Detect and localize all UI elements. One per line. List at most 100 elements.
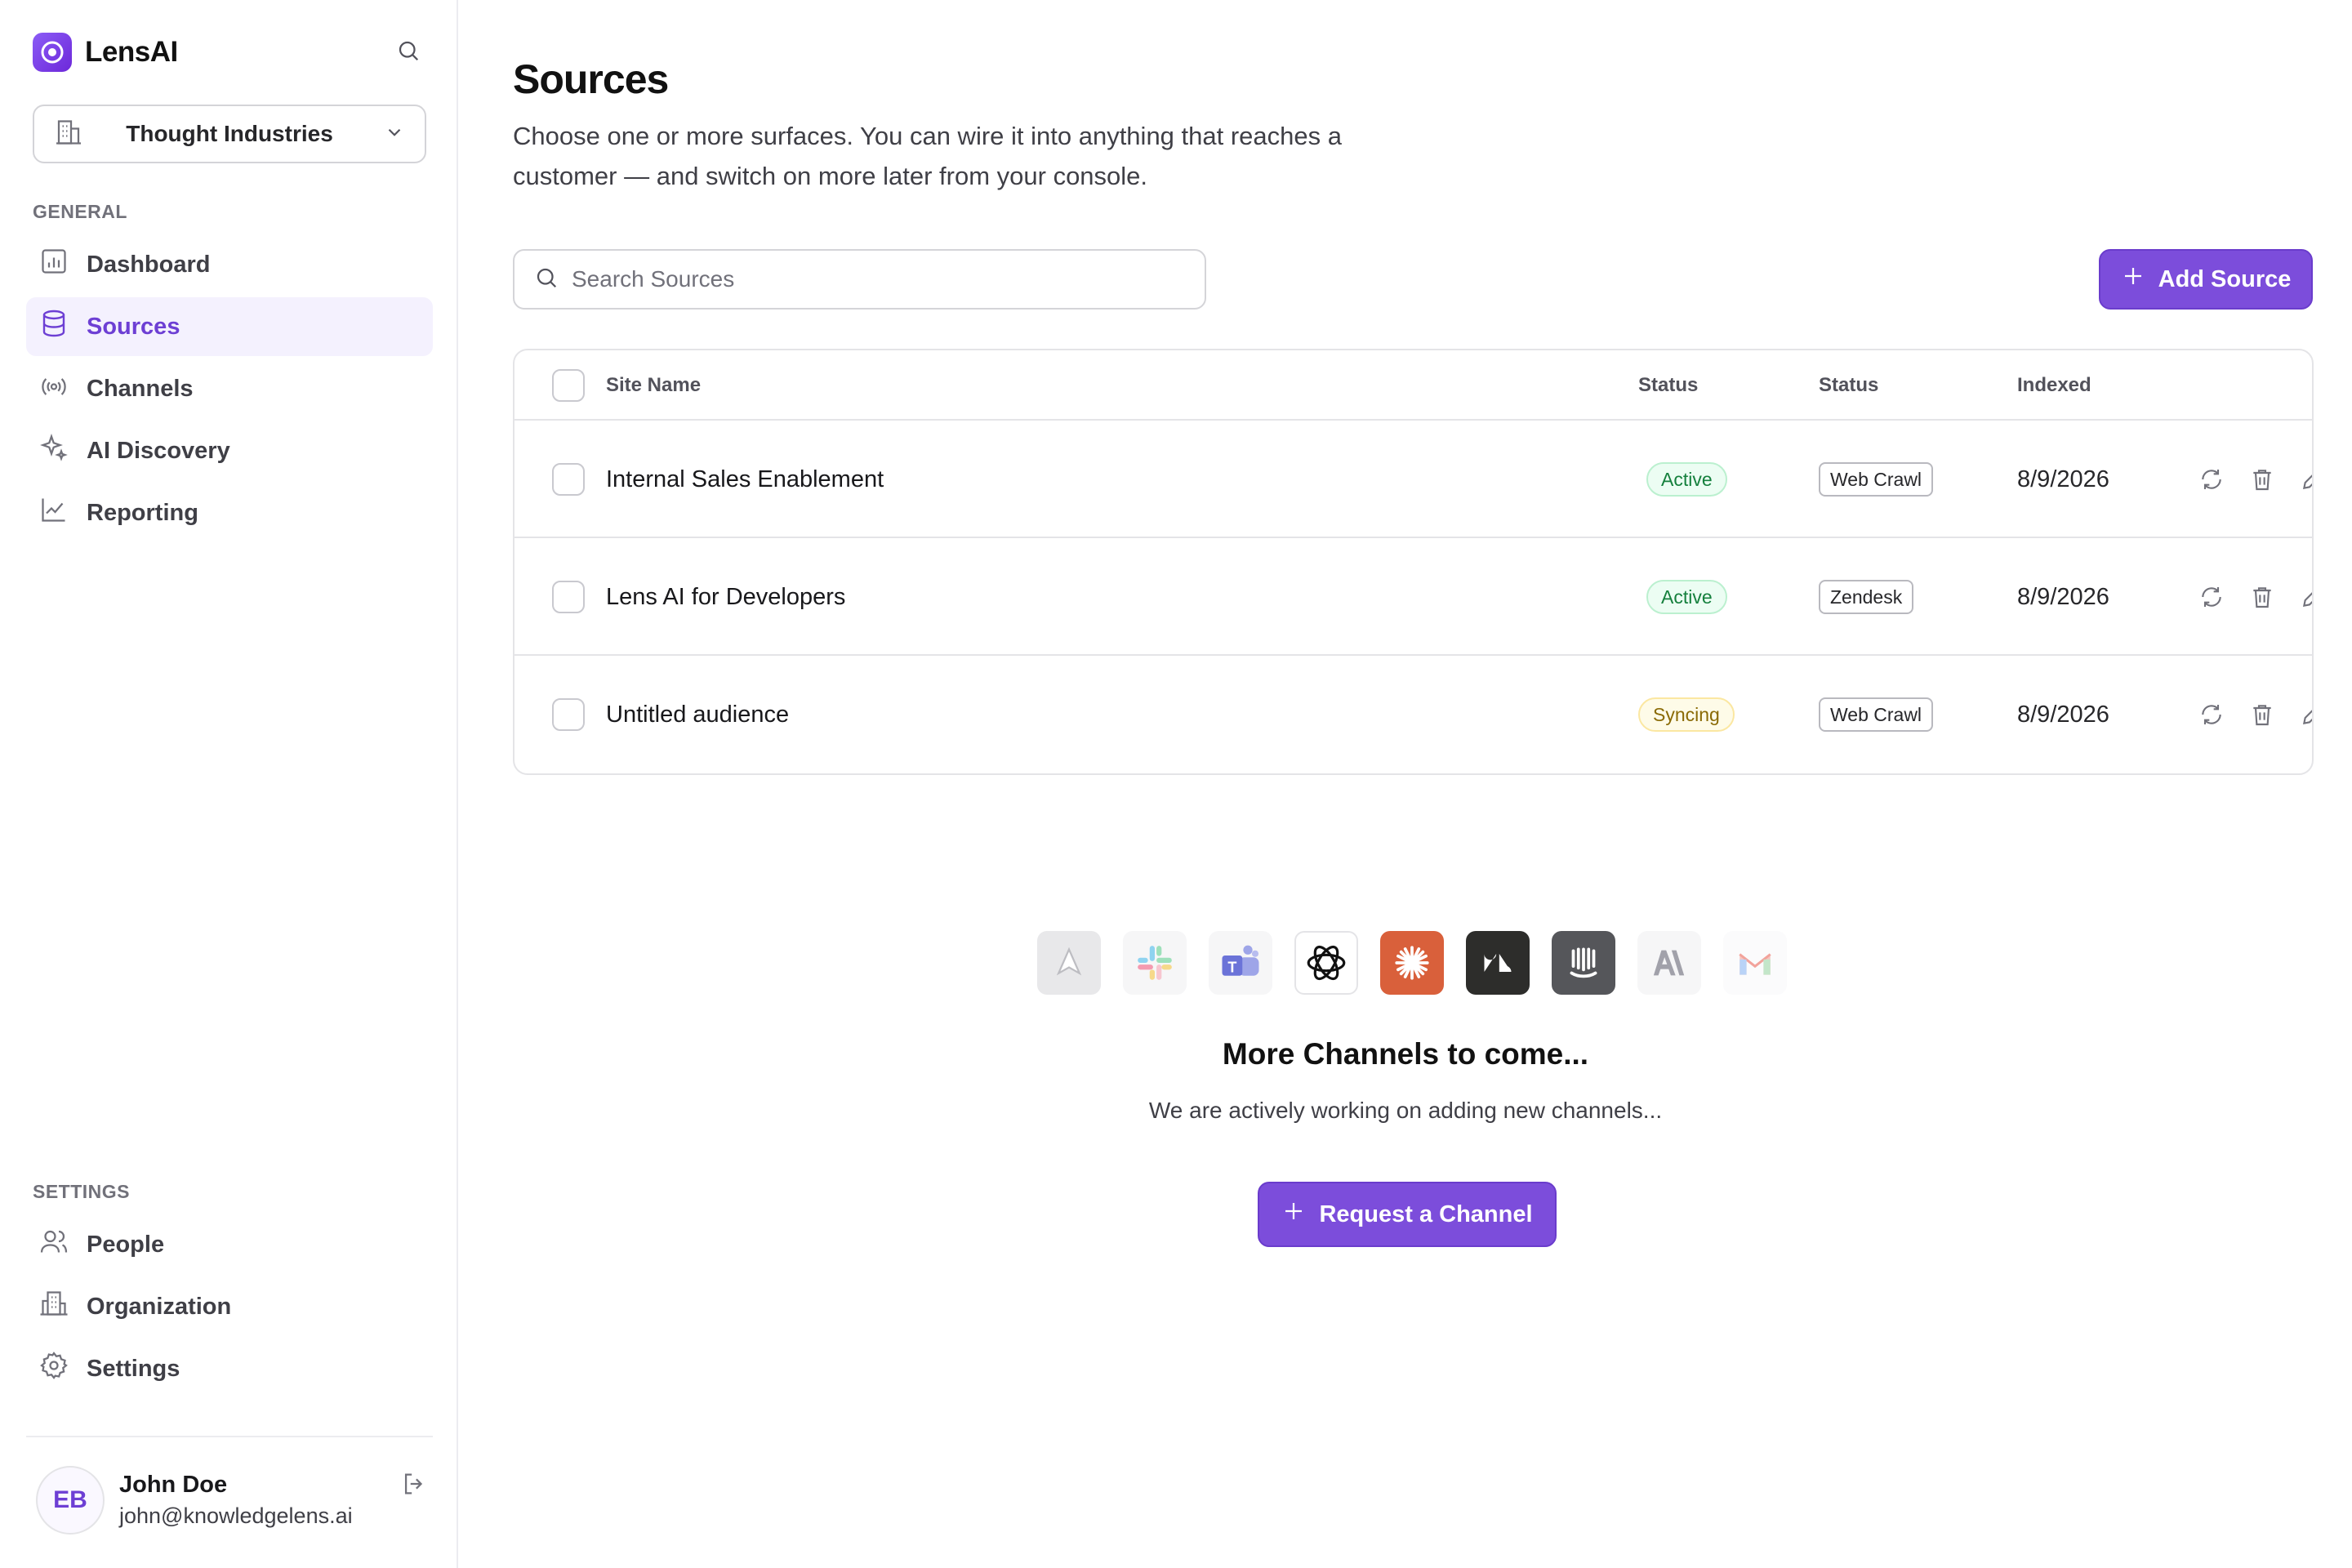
- sources-table: Site Name Status Status Indexed Internal…: [513, 349, 2314, 775]
- add-source-button[interactable]: Add Source: [2099, 249, 2313, 310]
- refresh-icon[interactable]: [2198, 466, 2225, 492]
- user-profile: EB John Doe john@knowledgelens.ai: [36, 1463, 428, 1537]
- sidebar-item-ai-discovery[interactable]: AI Discovery: [26, 421, 433, 480]
- database-icon: [39, 309, 69, 345]
- sidebar: LensAI Thought Industries GENERAL Dashbo…: [0, 0, 458, 1568]
- plus-icon: [1281, 1199, 1306, 1230]
- app-name: LensAI: [85, 36, 178, 68]
- general-section-label: GENERAL: [33, 201, 127, 222]
- sidebar-item-label: Sources: [87, 313, 180, 340]
- main-content: Sources Choose one or more surfaces. You…: [459, 0, 2352, 1568]
- edit-icon[interactable]: [2300, 466, 2312, 492]
- sparkles-icon: [39, 433, 69, 469]
- site-name: Internal Sales Enablement: [606, 466, 884, 492]
- source-type-tag: Web Crawl: [1819, 462, 1934, 497]
- users-icon: [39, 1227, 69, 1263]
- zendesk-icon: [1466, 931, 1530, 995]
- teams-icon: T: [1209, 931, 1272, 995]
- gmail-icon: [1723, 931, 1787, 995]
- channel-icons-strip: T: [1037, 931, 1787, 995]
- column-header-status[interactable]: Status: [1638, 350, 1698, 421]
- request-channel-label: Request a Channel: [1319, 1200, 1533, 1227]
- anthropic-icon: [1637, 931, 1701, 995]
- user-name: John Doe: [119, 1472, 228, 1498]
- settings-nav: People Organization Settings: [26, 1215, 433, 1401]
- more-channels-title: More Channels to come...: [1222, 1037, 1589, 1071]
- claude-icon: [1380, 931, 1444, 995]
- select-all-checkbox[interactable]: [552, 369, 585, 402]
- sidebar-item-channels[interactable]: Channels: [26, 359, 433, 418]
- plus-icon: [2121, 264, 2145, 295]
- sidebar-item-label: Organization: [87, 1293, 232, 1320]
- more-channels-subtitle: We are actively working on adding new ch…: [1148, 1098, 1663, 1123]
- indexed-date: 8/9/2026: [2017, 583, 2109, 610]
- column-header-source-type[interactable]: Status: [1819, 350, 1878, 421]
- intercom-icon: [1552, 931, 1615, 995]
- broadcast-icon: [39, 371, 69, 407]
- slack-icon: [1123, 931, 1187, 995]
- indexed-date: 8/9/2026: [2017, 466, 2109, 492]
- settings-section-label: SETTINGS: [33, 1181, 131, 1202]
- more-channels-subtitle-wrap: We are actively working on adding new ch…: [459, 1098, 2352, 1124]
- table-row[interactable]: Internal Sales Enablement Active Web Cra…: [514, 421, 2312, 538]
- sidebar-item-reporting[interactable]: Reporting: [26, 483, 433, 542]
- logout-icon[interactable]: [400, 1470, 428, 1502]
- edit-icon[interactable]: [2300, 702, 2312, 728]
- organization-select[interactable]: Thought Industries: [33, 105, 426, 163]
- trash-icon[interactable]: [2249, 466, 2275, 492]
- sidebar-item-sources[interactable]: Sources: [26, 297, 433, 356]
- sidebar-item-people[interactable]: People: [26, 1215, 433, 1274]
- edit-icon[interactable]: [2300, 584, 2312, 610]
- sidebar-item-label: Settings: [87, 1355, 180, 1382]
- lensai-logo-icon: [33, 33, 72, 72]
- column-header-indexed[interactable]: Indexed: [2017, 350, 2091, 421]
- row-checkbox[interactable]: [552, 463, 585, 496]
- gear-icon: [39, 1351, 69, 1387]
- page-title: Sources: [513, 56, 669, 102]
- refresh-icon[interactable]: [2198, 584, 2225, 610]
- search-icon: [534, 265, 559, 294]
- openai-icon: [1294, 931, 1358, 995]
- request-channel-button[interactable]: Request a Channel: [1258, 1182, 1557, 1247]
- search-icon[interactable]: [392, 34, 425, 67]
- sidebar-item-label: People: [87, 1231, 165, 1258]
- search-box: [513, 249, 1206, 310]
- page-description: Choose one or more surfaces. You can wir…: [513, 122, 1342, 190]
- table-row[interactable]: Lens AI for Developers Active Zendesk 8/…: [514, 538, 2312, 656]
- site-name: Lens AI for Developers: [606, 583, 846, 610]
- refresh-icon[interactable]: [2198, 702, 2225, 728]
- building-icon: [39, 1289, 69, 1325]
- status-badge: Active: [1646, 462, 1727, 497]
- chevron-down-icon: [384, 122, 405, 147]
- aws-icon: [1037, 931, 1101, 995]
- sidebar-item-label: Channels: [87, 375, 194, 402]
- user-email: john@knowledgelens.ai: [119, 1503, 353, 1528]
- column-header-site-name[interactable]: Site Name: [606, 350, 701, 421]
- more-channels-title-wrap: More Channels to come...: [459, 1037, 2352, 1071]
- status-badge: Active: [1646, 580, 1727, 614]
- general-nav: Dashboard Sources Channels AI Discovery …: [26, 235, 433, 546]
- brand[interactable]: LensAI: [33, 33, 178, 72]
- trash-icon[interactable]: [2249, 584, 2275, 610]
- organization-select-value: Thought Industries: [126, 121, 333, 146]
- sidebar-item-settings[interactable]: Settings: [26, 1339, 433, 1398]
- svg-text:T: T: [1227, 959, 1236, 975]
- avatar[interactable]: EB: [36, 1466, 105, 1535]
- status-badge: Syncing: [1638, 697, 1735, 732]
- sidebar-item-label: Reporting: [87, 499, 198, 526]
- sidebar-divider: [26, 1436, 433, 1437]
- table-row[interactable]: Untitled audience Syncing Web Crawl 8/9/…: [514, 656, 2312, 773]
- sidebar-item-label: Dashboard: [87, 251, 211, 278]
- add-source-label: Add Source: [2158, 265, 2292, 292]
- sidebar-item-organization[interactable]: Organization: [26, 1277, 433, 1336]
- row-checkbox[interactable]: [552, 698, 585, 731]
- source-type-tag: Zendesk: [1819, 580, 1914, 614]
- search-input[interactable]: [572, 266, 1205, 292]
- table-header: Site Name Status Status Indexed: [514, 350, 2312, 421]
- sidebar-item-dashboard[interactable]: Dashboard: [26, 235, 433, 294]
- source-type-tag: Web Crawl: [1819, 697, 1934, 732]
- sidebar-item-label: AI Discovery: [87, 437, 230, 464]
- building-icon: [54, 118, 83, 151]
- row-checkbox[interactable]: [552, 581, 585, 613]
- trash-icon[interactable]: [2249, 702, 2275, 728]
